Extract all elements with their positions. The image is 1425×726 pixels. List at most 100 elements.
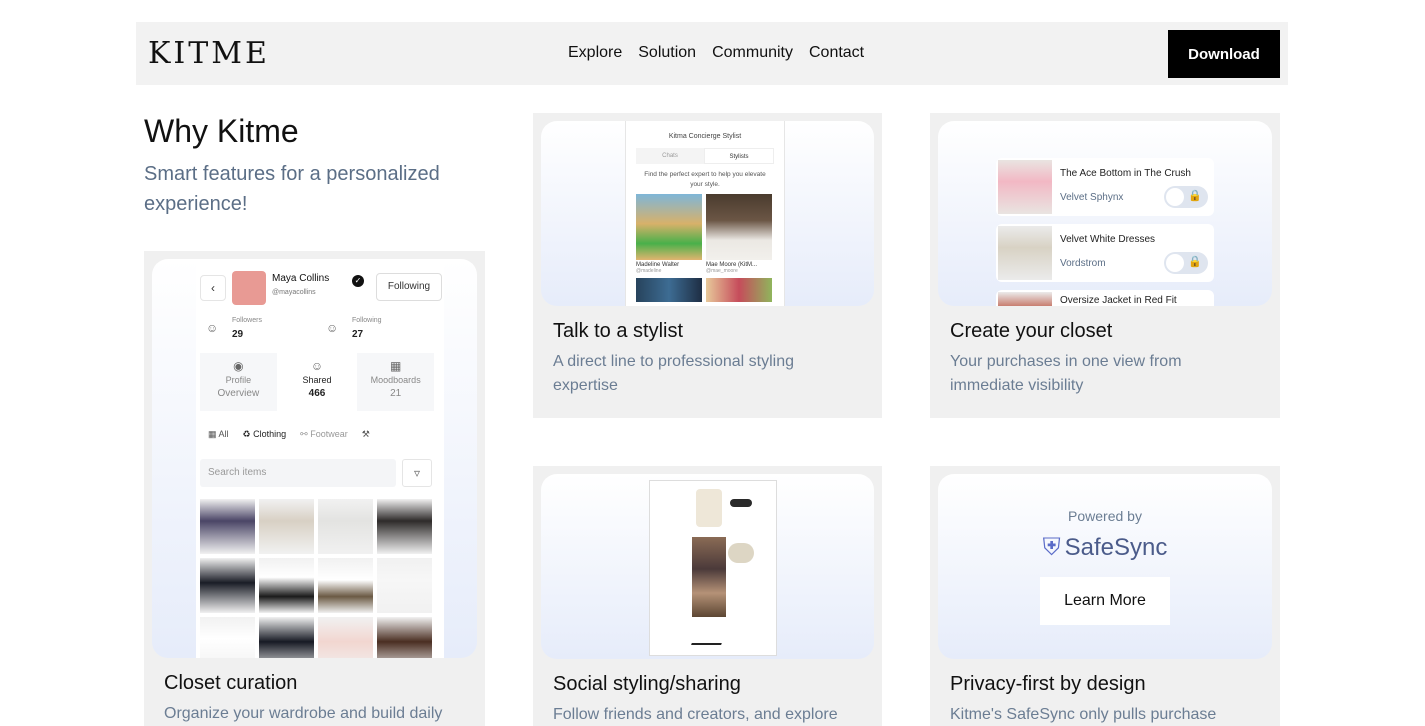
- outfit-board: [649, 480, 777, 656]
- stylist-preview: Kitma Concierge Stylist Chats Stylists F…: [541, 121, 874, 306]
- privacy-desc: Kitme's SafeSync only pulls purchase: [950, 706, 1217, 723]
- item-thumb[interactable]: [318, 558, 373, 613]
- followers-stat[interactable]: ☺ Followers 29: [200, 311, 320, 347]
- filter-all[interactable]: ▦ All: [208, 429, 229, 440]
- bag-item: [728, 543, 754, 563]
- tab-shared[interactable]: ☺ Shared 466: [278, 353, 356, 411]
- stylist-card[interactable]: Kitma Concierge Stylist Chats Stylists F…: [533, 113, 882, 418]
- user-icon: ☺: [206, 321, 219, 335]
- nav-community[interactable]: Community: [712, 44, 793, 62]
- stylist-photo[interactable]: [636, 194, 702, 260]
- nav-solution[interactable]: Solution: [638, 44, 696, 62]
- profile-stats: ☺ Followers 29 ☺ Following 27: [200, 311, 440, 347]
- shield-icon: ⛨: [1042, 534, 1061, 561]
- stylist-app-title: Kitma Concierge Stylist: [668, 133, 742, 140]
- profile-header: ‹ Maya Collins @mayacollins ✓ Following: [200, 271, 442, 305]
- item-thumb[interactable]: [200, 558, 255, 613]
- stylist-handle: @mae_moore: [706, 268, 738, 274]
- item-thumb[interactable]: [259, 617, 314, 658]
- users-icon: ☺: [310, 359, 324, 373]
- powered-by-label: Powered by: [1068, 508, 1142, 524]
- following-count: 27: [352, 329, 364, 340]
- item-thumb[interactable]: [259, 558, 314, 613]
- learn-more-button[interactable]: Learn More: [1040, 577, 1170, 625]
- stylist-photo[interactable]: [636, 278, 702, 302]
- grid-icon: ▦: [390, 359, 402, 373]
- kitme-logo[interactable]: KITME: [148, 36, 270, 71]
- closet-item-name: Oversize Jacket in Red Fit: [1060, 295, 1177, 306]
- closet-item-brand: Velvet Sphynx: [1060, 192, 1124, 203]
- stylist-app-tabs: Chats Stylists: [636, 148, 774, 164]
- stylist-photo[interactable]: [706, 278, 772, 302]
- nav-explore[interactable]: Explore: [568, 44, 622, 62]
- curation-preview: ‹ Maya Collins @mayacollins ✓ Following …: [152, 259, 477, 658]
- social-desc: Follow friends and creators, and explore: [553, 706, 838, 723]
- profile-mock: ‹ Maya Collins @mayacollins ✓ Following …: [196, 259, 444, 658]
- privacy-card[interactable]: Powered by ⛨ SafeSync Learn More Privacy-…: [930, 466, 1280, 726]
- stylist-app-mock: Kitma Concierge Stylist Chats Stylists F…: [625, 121, 785, 306]
- following-button[interactable]: Following: [376, 273, 442, 301]
- category-filters: ▦ All ♻ Clothing ⚯ Footwear ⚒: [200, 421, 436, 447]
- filter-icon[interactable]: ▿: [402, 459, 432, 487]
- profile-handle: @mayacollins: [272, 289, 316, 296]
- item-thumb[interactable]: [318, 617, 373, 658]
- download-button[interactable]: Download: [1168, 30, 1280, 78]
- closet-card[interactable]: The Ace Bottom in The Crush Velvet Sphyn…: [930, 113, 1280, 418]
- closet-item-thumb: [998, 292, 1052, 306]
- stylist-photos-more: [636, 278, 774, 302]
- back-icon[interactable]: ‹: [200, 275, 226, 301]
- filter-clothing[interactable]: ♻ Clothing: [243, 429, 287, 440]
- avatar: [232, 271, 266, 305]
- item-thumb[interactable]: [200, 499, 255, 554]
- item-thumb[interactable]: [200, 617, 255, 658]
- stylist-names: Madeline Walter @madeline Mae Moore (KitM…: [636, 262, 774, 274]
- section-title: Why Kitme: [144, 113, 299, 149]
- social-card[interactable]: Social styling/sharing Follow friends an…: [533, 466, 882, 726]
- section-subtitle: Smart features for a personalized experi…: [144, 163, 440, 215]
- item-thumb[interactable]: [377, 499, 432, 554]
- followers-label: Followers: [232, 317, 262, 324]
- profile-icon: ◉: [233, 359, 244, 373]
- privacy-preview: Powered by ⛨ SafeSync Learn More: [938, 474, 1272, 659]
- sunglasses-item: [730, 499, 752, 507]
- profile-tabs: ◉ Profile Overview ☺ Shared 466 ▦ Moodbo…: [200, 353, 435, 411]
- closet-item-name: The Ace Bottom in The Crush: [1060, 168, 1191, 179]
- closet-item-thumb: [998, 226, 1052, 280]
- shoe-item: [691, 629, 727, 645]
- curation-card[interactable]: ‹ Maya Collins @mayacollins ✓ Following …: [144, 251, 485, 726]
- stylist-handle: @madeline: [636, 268, 662, 274]
- following-stat[interactable]: ☺ Following 27: [320, 311, 440, 347]
- navbar: KITME Explore Solution Community Contact…: [136, 22, 1288, 85]
- closet-item[interactable]: Velvet White Dresses Vordstrom 🔒: [996, 224, 1214, 282]
- shirt-icon: ♻: [242, 428, 251, 439]
- privacy-toggle[interactable]: 🔒: [1164, 186, 1208, 208]
- search-input[interactable]: Search items: [200, 459, 396, 487]
- privacy-toggle[interactable]: 🔒: [1164, 252, 1208, 274]
- item-thumb[interactable]: [318, 499, 373, 554]
- bag-icon[interactable]: ⚒: [362, 429, 370, 440]
- filter-footwear[interactable]: ⚯ Footwear: [300, 429, 348, 440]
- nav-contact[interactable]: Contact: [809, 44, 864, 62]
- curation-title: Closet curation: [164, 672, 298, 694]
- tab-stylists[interactable]: Stylists: [704, 148, 774, 164]
- profile-name: Maya Collins: [272, 273, 330, 284]
- privacy-title: Privacy-first by design: [950, 673, 1146, 695]
- grid-icon: ▦: [208, 428, 217, 439]
- closet-item-brand: Vordstrom: [1060, 258, 1106, 269]
- closet-desc: Your purchases in one view from immediat…: [950, 353, 1182, 394]
- tab-chats[interactable]: Chats: [636, 148, 704, 164]
- lock-icon: 🔒: [1188, 256, 1202, 268]
- verified-icon: ✓: [352, 275, 364, 287]
- closet-item[interactable]: Oversize Jacket in Red Fit: [996, 290, 1214, 306]
- stylist-photo[interactable]: [706, 194, 772, 260]
- item-grid: [200, 499, 436, 658]
- item-thumb[interactable]: [259, 499, 314, 554]
- item-thumb[interactable]: [377, 617, 432, 658]
- item-thumb[interactable]: [377, 558, 432, 613]
- stylist-desc: A direct line to professional styling ex…: [553, 353, 795, 394]
- closet-item[interactable]: The Ace Bottom in The Crush Velvet Sphyn…: [996, 158, 1214, 216]
- tab-moodboards[interactable]: ▦ Moodboards 21: [357, 353, 435, 411]
- lock-icon: 🔒: [1188, 190, 1202, 202]
- tab-profile-overview[interactable]: ◉ Profile Overview: [200, 353, 277, 411]
- stylist-photos: [636, 194, 774, 260]
